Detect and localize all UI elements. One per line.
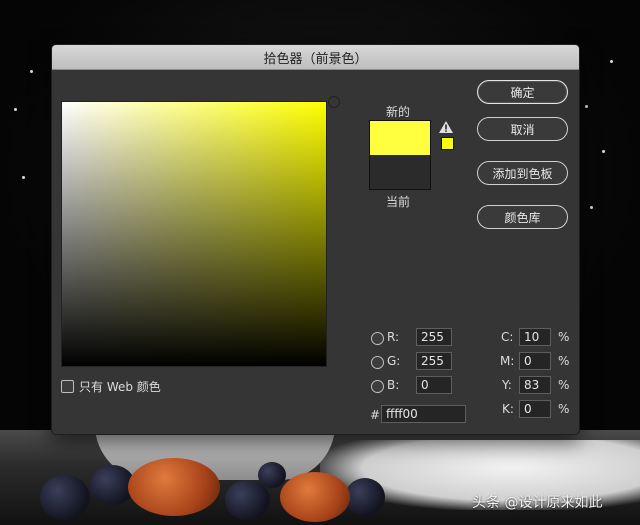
color-picker-dialog: 拾色器（前景色） 新的 当前 确定 取消 添加到色板 颜色库 R: G: B: … <box>51 44 580 435</box>
r-radio[interactable] <box>371 332 384 345</box>
m-label: M: <box>500 354 515 368</box>
add-to-swatches-button[interactable]: 添加到色板 <box>477 161 568 185</box>
c-unit: % <box>558 330 570 344</box>
current-color-label: 当前 <box>386 195 411 209</box>
y-input[interactable] <box>519 376 551 394</box>
k-label: K: <box>502 402 514 416</box>
g-input[interactable] <box>416 352 452 370</box>
g-radio[interactable] <box>371 356 384 369</box>
new-color-label: 新的 <box>386 105 411 119</box>
r-label: R: <box>387 330 400 344</box>
color-field-marker[interactable] <box>328 96 340 108</box>
m-input[interactable] <box>519 352 551 370</box>
ok-button[interactable]: 确定 <box>477 80 568 104</box>
only-web-colors-label: 只有 Web 颜色 <box>79 380 161 394</box>
y-label: Y: <box>502 378 512 392</box>
k-input[interactable] <box>519 400 551 418</box>
b-radio[interactable] <box>371 380 384 393</box>
web-safe-swatch[interactable] <box>441 137 454 150</box>
dialog-title: 拾色器（前景色） <box>52 45 579 70</box>
new-color-swatch <box>369 120 431 156</box>
hex-input[interactable] <box>381 405 466 423</box>
y-unit: % <box>558 378 570 392</box>
k-unit: % <box>558 402 570 416</box>
cancel-button[interactable]: 取消 <box>477 117 568 141</box>
color-field[interactable] <box>61 96 340 367</box>
watermark: 头条 @设计原来如此 <box>472 495 603 511</box>
c-label: C: <box>501 330 514 344</box>
r-input[interactable] <box>416 328 452 346</box>
color-libraries-button[interactable]: 颜色库 <box>477 205 568 229</box>
hex-label: # <box>370 408 381 422</box>
warning-icon[interactable] <box>439 121 453 133</box>
b-input[interactable] <box>416 376 452 394</box>
g-label: G: <box>387 354 401 368</box>
current-color-swatch[interactable] <box>369 155 431 190</box>
b-label: B: <box>387 378 400 392</box>
only-web-colors-checkbox[interactable] <box>61 380 74 393</box>
c-input[interactable] <box>519 328 551 346</box>
m-unit: % <box>558 354 570 368</box>
